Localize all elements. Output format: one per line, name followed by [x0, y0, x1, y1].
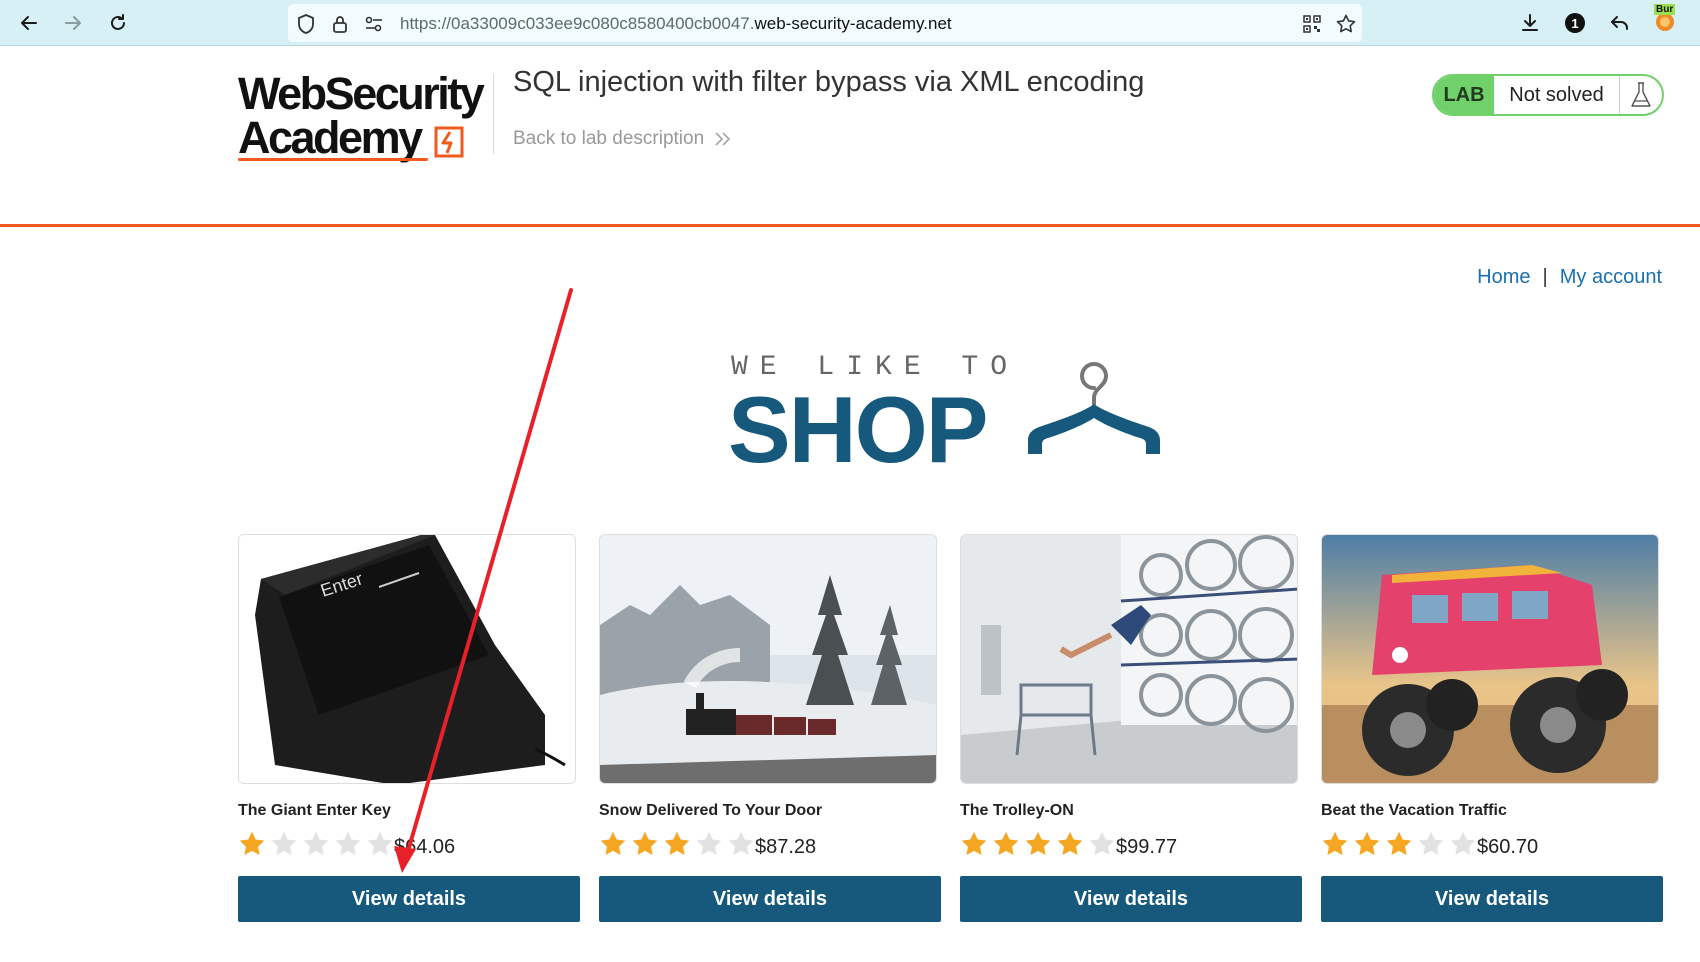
view-details-button[interactable]: View details — [1321, 876, 1663, 922]
home-link[interactable]: Home — [1477, 266, 1530, 289]
product-price: $99.77 — [1116, 836, 1178, 858]
bookmark-star-icon[interactable] — [1334, 12, 1358, 36]
product-rating — [238, 830, 394, 858]
web-security-academy-logo[interactable]: WebSecurity Academy — [238, 70, 488, 166]
product-price: $87.28 — [755, 836, 817, 858]
product-card: Enter The Giant Enter Key $64.06 View de… — [238, 534, 582, 924]
browser-toolbar: https://0a33009c033ee9c080c8580400cb0047… — [0, 0, 1700, 46]
star-icon — [303, 831, 329, 855]
laundromat-image[interactable] — [960, 534, 1298, 784]
star-icon — [1322, 831, 1348, 855]
back-arrow-icon[interactable] — [14, 8, 44, 38]
nav-separator: | — [1542, 266, 1548, 288]
enter-key-image[interactable]: Enter — [238, 534, 576, 784]
star-icon — [1057, 831, 1083, 855]
shield-icon[interactable] — [294, 12, 318, 36]
lock-icon[interactable] — [328, 12, 352, 36]
address-bar[interactable]: https://0a33009c033ee9c080c8580400cb0047… — [288, 4, 1362, 42]
star-icon — [632, 831, 658, 855]
star-icon — [1450, 831, 1476, 855]
burp-extension-icon[interactable]: Bur — [1653, 4, 1679, 31]
star-icon — [1418, 831, 1444, 855]
star-icon — [239, 831, 265, 855]
product-rating — [1321, 830, 1477, 858]
star-icon — [664, 831, 690, 855]
product-name: The Giant Enter Key — [238, 802, 391, 819]
star-icon — [1025, 831, 1051, 855]
forward-arrow-icon[interactable] — [58, 8, 88, 38]
star-icon — [1386, 831, 1412, 855]
star-icon — [993, 831, 1019, 855]
clothes-hanger-icon — [1028, 362, 1160, 454]
logo-underline — [238, 158, 428, 161]
product-rating — [599, 830, 755, 858]
snow-train-image[interactable] — [599, 534, 937, 784]
notification-badge-icon[interactable]: 1 — [1560, 8, 1590, 38]
product-price: $64.06 — [394, 836, 456, 858]
reload-icon[interactable] — [103, 8, 133, 38]
star-icon — [696, 831, 722, 855]
star-icon — [1354, 831, 1380, 855]
star-icon — [1089, 831, 1115, 855]
lab-badge: LAB — [1434, 76, 1494, 114]
product-name: Snow Delivered To Your Door — [599, 802, 823, 819]
double-chevron-right-icon — [715, 132, 731, 146]
view-details-button[interactable]: View details — [238, 876, 580, 922]
view-details-button[interactable]: View details — [599, 876, 941, 922]
top-navigation: Home | My account — [1477, 266, 1662, 289]
monster-van-image[interactable] — [1321, 534, 1659, 784]
url-text[interactable]: https://0a33009c033ee9c080c8580400cb0047… — [400, 14, 952, 34]
header-orange-rule — [0, 224, 1700, 227]
lab-status-text: Not solved — [1494, 76, 1620, 114]
product-card: Beat the Vacation Traffic $60.70 View de… — [1321, 534, 1665, 924]
logo-bolt-icon — [434, 126, 464, 158]
view-details-button[interactable]: View details — [960, 876, 1302, 922]
star-icon — [367, 831, 393, 855]
star-icon — [600, 831, 626, 855]
star-icon — [961, 831, 987, 855]
permissions-icon[interactable] — [362, 12, 386, 36]
star-icon — [271, 831, 297, 855]
product-rating — [960, 830, 1116, 858]
lab-title: SQL injection with filter bypass via XML… — [513, 66, 1145, 98]
banner-headline: SHOP — [728, 377, 988, 482]
product-name: The Trolley-ON — [960, 802, 1074, 819]
product-price: $60.70 — [1477, 836, 1539, 858]
star-icon — [728, 831, 754, 855]
product-name: Beat the Vacation Traffic — [1321, 802, 1507, 819]
flask-icon[interactable] — [1620, 76, 1662, 114]
lab-status-widget[interactable]: LAB Not solved — [1432, 74, 1664, 116]
qr-code-icon[interactable] — [1300, 12, 1324, 36]
product-card: Snow Delivered To Your Door $87.28 View … — [599, 534, 943, 924]
back-to-lab-description-link[interactable]: Back to lab description — [513, 128, 732, 150]
my-account-link[interactable]: My account — [1560, 266, 1662, 289]
header-divider — [493, 74, 494, 154]
undo-arrow-icon[interactable] — [1605, 8, 1635, 38]
star-icon — [335, 831, 361, 855]
product-card: The Trolley-ON $99.77 View details — [960, 534, 1304, 924]
download-icon[interactable] — [1515, 8, 1545, 38]
